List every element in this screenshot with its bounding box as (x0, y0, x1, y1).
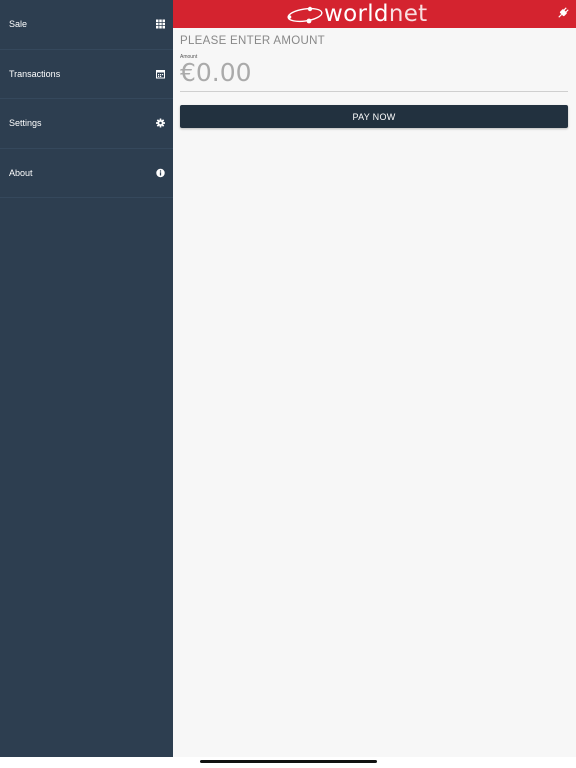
sidebar-item-about[interactable]: About (0, 149, 173, 198)
app-header: worldnet (173, 0, 576, 28)
pay-now-button[interactable]: PAY NOW (180, 105, 568, 128)
grid-icon (156, 19, 165, 29)
sidebar-item-label: Transactions (9, 68, 61, 79)
logo-text: worldnet (324, 1, 428, 27)
orbit-icon (287, 6, 323, 24)
sidebar-item-settings[interactable]: Settings (0, 99, 173, 149)
sidebar: Sale Transactions Settings About (0, 0, 173, 757)
gear-icon (156, 118, 165, 128)
plug-icon[interactable] (556, 6, 570, 20)
sidebar-item-sale[interactable]: Sale (0, 0, 173, 50)
sidebar-item-transactions[interactable]: Transactions (0, 50, 173, 99)
amount-input[interactable]: €0.00 (180, 58, 252, 87)
worldnet-logo: worldnet (286, 2, 428, 26)
info-icon (156, 168, 165, 177)
sidebar-item-label: Sale (9, 19, 28, 30)
page-title: PLEASE ENTER AMOUNT (180, 35, 326, 47)
amount-underline (180, 91, 568, 92)
sidebar-item-label: About (9, 167, 33, 178)
home-indicator[interactable] (200, 760, 377, 763)
sale-screen: PLEASE ENTER AMOUNT Amount €0.00 PAY NOW (173, 28, 576, 757)
sidebar-item-label: Settings (9, 118, 42, 129)
calendar-icon (156, 69, 165, 79)
